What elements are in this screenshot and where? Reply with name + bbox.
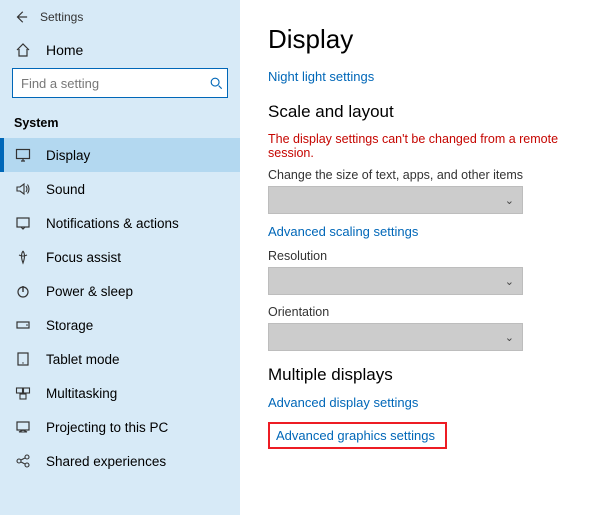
nav-label: Sound [46, 182, 85, 197]
dropdown-resolution[interactable]: ⌄ [268, 267, 523, 295]
sidebar-item-display[interactable]: Display [0, 138, 240, 172]
nav-label: Focus assist [46, 250, 121, 265]
sidebar-item-shared[interactable]: Shared experiences [0, 444, 240, 478]
highlight-advanced-graphics: Advanced graphics settings [268, 422, 447, 449]
storage-icon [14, 317, 32, 333]
chevron-down-icon: ⌄ [505, 275, 514, 288]
link-advanced-scaling[interactable]: Advanced scaling settings [268, 224, 576, 239]
link-advanced-graphics[interactable]: Advanced graphics settings [276, 428, 435, 443]
power-icon [14, 283, 32, 299]
focus-assist-icon [14, 249, 32, 265]
multitasking-icon [14, 385, 32, 401]
dropdown-orientation[interactable]: ⌄ [268, 323, 523, 351]
search-container [0, 68, 240, 112]
sidebar-item-sound[interactable]: Sound [0, 172, 240, 206]
sidebar-item-home[interactable]: Home [0, 34, 240, 68]
nav-list: Display Sound Notifications & actions Fo… [0, 138, 240, 478]
sidebar-item-multitasking[interactable]: Multitasking [0, 376, 240, 410]
back-icon[interactable] [14, 10, 30, 24]
nav-label: Shared experiences [46, 454, 166, 469]
window-title: Settings [40, 10, 83, 24]
titlebar: Settings [0, 4, 240, 34]
sidebar-item-tablet[interactable]: Tablet mode [0, 342, 240, 376]
nav-label: Projecting to this PC [46, 420, 168, 435]
sidebar-item-projecting[interactable]: Projecting to this PC [0, 410, 240, 444]
shared-icon [14, 453, 32, 469]
label-scale: Change the size of text, apps, and other… [268, 168, 576, 182]
link-advanced-display[interactable]: Advanced display settings [268, 395, 576, 410]
home-label: Home [46, 42, 83, 58]
search-icon[interactable] [205, 76, 227, 90]
heading-scale-layout: Scale and layout [268, 102, 576, 122]
sidebar-item-storage[interactable]: Storage [0, 308, 240, 342]
heading-multiple-displays: Multiple displays [268, 365, 576, 385]
sound-icon [14, 181, 32, 197]
nav-label: Notifications & actions [46, 216, 179, 231]
search-box[interactable] [12, 68, 228, 98]
nav-label: Storage [46, 318, 93, 333]
projecting-icon [14, 419, 32, 435]
display-icon [14, 147, 32, 163]
home-icon [14, 42, 32, 58]
sidebar-section-system: System [0, 112, 240, 138]
nav-label: Power & sleep [46, 284, 133, 299]
notifications-icon [14, 215, 32, 231]
label-orientation: Orientation [268, 305, 576, 319]
link-night-light[interactable]: Night light settings [268, 69, 576, 84]
remote-session-error: The display settings can't be changed fr… [268, 132, 576, 160]
nav-label: Display [46, 148, 90, 163]
page-title: Display [268, 24, 576, 55]
tablet-icon [14, 351, 32, 367]
nav-label: Tablet mode [46, 352, 120, 367]
label-resolution: Resolution [268, 249, 576, 263]
search-input[interactable] [13, 76, 205, 91]
sidebar: Settings Home System Display [0, 0, 240, 515]
settings-window: Settings Home System Display [0, 0, 600, 515]
sidebar-item-power[interactable]: Power & sleep [0, 274, 240, 308]
sidebar-item-focus-assist[interactable]: Focus assist [0, 240, 240, 274]
nav-label: Multitasking [46, 386, 117, 401]
dropdown-scale[interactable]: ⌄ [268, 186, 523, 214]
chevron-down-icon: ⌄ [505, 194, 514, 207]
sidebar-item-notifications[interactable]: Notifications & actions [0, 206, 240, 240]
main-content: Display Night light settings Scale and l… [240, 0, 600, 515]
chevron-down-icon: ⌄ [505, 331, 514, 344]
